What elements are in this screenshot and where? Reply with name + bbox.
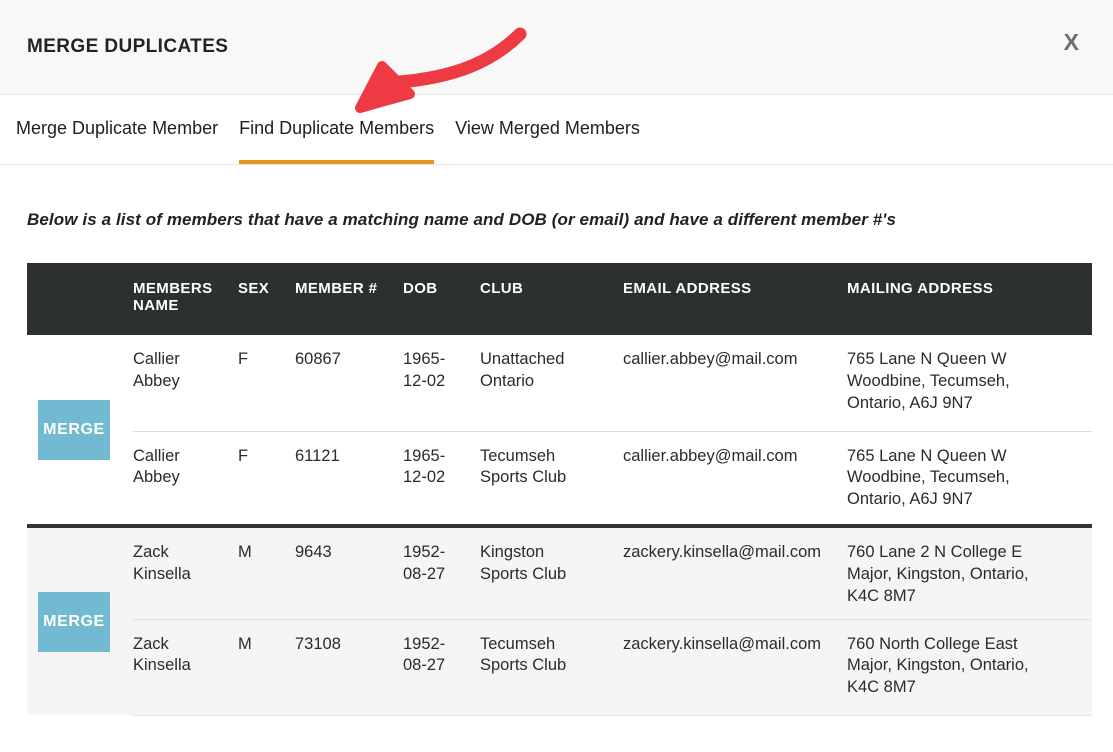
cell-sex: M: [238, 619, 295, 715]
cell-dob: 1965-12-02: [403, 431, 480, 526]
table-row: MERGE Callier Abbey F 60867 1965-12-02 U…: [27, 335, 1092, 431]
column-header-email: EMAIL ADDRESS: [623, 263, 847, 335]
column-header-merge: [27, 263, 133, 335]
table-header-row: MEMBERS NAME SEX MEMBER # DOB CLUB EMAIL…: [27, 263, 1092, 335]
table-description: Below is a list of members that have a m…: [27, 210, 1086, 230]
duplicate-group-1: MERGE Callier Abbey F 60867 1965-12-02 U…: [27, 335, 1092, 526]
table-row: MERGE Zack Kinsella M 9643 1952-08-27 Ki…: [27, 526, 1092, 619]
table-row: Zack Kinsella M 73108 1952-08-27 Tecumse…: [27, 619, 1092, 715]
cell-member-number: 60867: [295, 335, 403, 431]
cell-name: Callier Abbey: [133, 335, 238, 431]
merge-cell: MERGE: [27, 526, 133, 715]
cell-club: Tecumseh Sports Club: [480, 431, 623, 526]
column-header-club: CLUB: [480, 263, 623, 335]
column-header-member-number: MEMBER #: [295, 263, 403, 335]
cell-club: Unattached Ontario: [480, 335, 623, 431]
column-header-dob: DOB: [403, 263, 480, 335]
cell-sex: M: [238, 526, 295, 619]
cell-mailing-address: 760 Lane 2 N College E Major, Kingston, …: [847, 526, 1092, 619]
cell-member-number: 9643: [295, 526, 403, 619]
tab-view-merged-members[interactable]: View Merged Members: [455, 95, 640, 164]
cell-dob: 1952-08-27: [403, 619, 480, 715]
merge-cell: MERGE: [27, 335, 133, 526]
close-button[interactable]: X: [1064, 31, 1079, 54]
page-title: MERGE DUPLICATES: [27, 36, 228, 58]
column-header-mailing: MAILING ADDRESS: [847, 263, 1092, 335]
cell-email: callier.abbey@mail.com: [623, 431, 847, 526]
cell-mailing-address: 765 Lane N Queen W Woodbine, Tecumseh, O…: [847, 431, 1092, 526]
cell-dob: 1952-08-27: [403, 526, 480, 619]
cell-club: Tecumseh Sports Club: [480, 619, 623, 715]
cell-name: Zack Kinsella: [133, 619, 238, 715]
cell-member-number: 61121: [295, 431, 403, 526]
cell-email: zackery.kinsella@mail.com: [623, 526, 847, 619]
cell-member-number: 73108: [295, 619, 403, 715]
cell-mailing-address: 765 Lane N Queen W Woodbine, Tecumseh, O…: [847, 335, 1092, 431]
tab-merge-duplicate-member[interactable]: Merge Duplicate Member: [16, 95, 218, 164]
tab-find-duplicate-members[interactable]: Find Duplicate Members: [239, 95, 434, 164]
cell-name: Callier Abbey: [133, 431, 238, 526]
dialog-header: MERGE DUPLICATES X: [0, 0, 1113, 95]
merge-duplicates-dialog: MERGE DUPLICATES X Merge Duplicate Membe…: [0, 0, 1113, 752]
cell-name: Zack Kinsella: [133, 526, 238, 619]
cell-email: callier.abbey@mail.com: [623, 335, 847, 431]
cell-dob: 1965-12-02: [403, 335, 480, 431]
cell-email: zackery.kinsella@mail.com: [623, 619, 847, 715]
duplicate-group-2: MERGE Zack Kinsella M 9643 1952-08-27 Ki…: [27, 526, 1092, 715]
cell-club: Kingston Sports Club: [480, 526, 623, 619]
column-header-sex: SEX: [238, 263, 295, 335]
cell-mailing-address: 760 North College East Major, Kingston, …: [847, 619, 1092, 715]
duplicate-members-table: MEMBERS NAME SEX MEMBER # DOB CLUB EMAIL…: [27, 263, 1092, 716]
merge-button-group-2[interactable]: MERGE: [38, 592, 110, 652]
column-header-members-name: MEMBERS NAME: [133, 263, 238, 335]
cell-sex: F: [238, 431, 295, 526]
table-row: Callier Abbey F 61121 1965-12-02 Tecumse…: [27, 431, 1092, 526]
tab-bar: Merge Duplicate Member Find Duplicate Me…: [0, 95, 1113, 165]
cell-sex: F: [238, 335, 295, 431]
merge-button-group-1[interactable]: MERGE: [38, 400, 110, 460]
